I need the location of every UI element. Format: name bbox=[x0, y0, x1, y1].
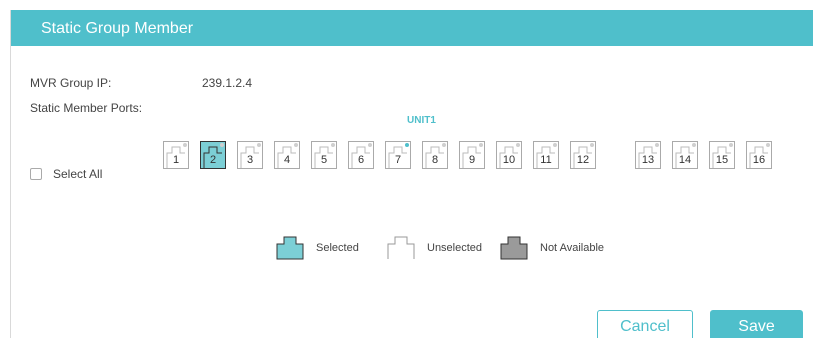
port-6[interactable]: 6 bbox=[348, 141, 374, 169]
port-15[interactable]: 15 bbox=[709, 141, 735, 169]
legend-unselected-label: Unselected bbox=[427, 242, 483, 254]
port-number: 9 bbox=[468, 154, 476, 166]
port-5[interactable]: 5 bbox=[311, 141, 337, 169]
port-16[interactable]: 16 bbox=[746, 141, 772, 169]
port-9[interactable]: 9 bbox=[459, 141, 485, 169]
port-number: 5 bbox=[320, 154, 328, 166]
port-13[interactable]: 13 bbox=[635, 141, 661, 169]
port-number: 7 bbox=[394, 154, 402, 166]
legend-unselected: Unselected bbox=[387, 236, 482, 260]
port-selected-icon bbox=[276, 236, 304, 260]
port-number: 3 bbox=[246, 154, 254, 166]
port-not-available-icon bbox=[500, 236, 528, 260]
unit-label: UNIT1 bbox=[407, 115, 436, 126]
static-group-member-panel: Static Group Member bbox=[10, 10, 813, 338]
port-number: 13 bbox=[641, 154, 655, 166]
port-number: 10 bbox=[502, 154, 516, 166]
port-8[interactable]: 8 bbox=[422, 141, 448, 169]
save-button[interactable]: Save bbox=[710, 310, 803, 338]
port-number: 6 bbox=[357, 154, 365, 166]
port-1[interactable]: 1 bbox=[163, 141, 189, 169]
legend-selected: Selected bbox=[276, 236, 359, 260]
legend-not-available: Not Available bbox=[500, 236, 604, 260]
port-number: 15 bbox=[715, 154, 729, 166]
mvr-group-ip-value: 239.1.2.4 bbox=[202, 76, 253, 90]
port-number: 2 bbox=[209, 154, 217, 166]
port-2[interactable]: 2 bbox=[200, 141, 226, 169]
port-7[interactable]: 7 bbox=[385, 141, 411, 169]
port-number: 11 bbox=[540, 154, 552, 166]
cancel-button[interactable]: Cancel bbox=[597, 310, 693, 338]
port-unselected-icon bbox=[387, 236, 415, 259]
port-number: 16 bbox=[752, 154, 766, 166]
port-10[interactable]: 10 bbox=[496, 141, 522, 169]
port-number: 8 bbox=[431, 154, 439, 166]
panel-header: Static Group Member bbox=[11, 10, 813, 46]
static-member-ports-label: Static Member Ports: bbox=[30, 101, 143, 115]
select-all-label: Select All bbox=[53, 167, 103, 181]
legend-not-available-label: Not Available bbox=[540, 242, 605, 254]
port-14[interactable]: 14 bbox=[672, 141, 698, 169]
port-number: 4 bbox=[283, 154, 291, 166]
legend-selected-label: Selected bbox=[316, 242, 359, 254]
port-4[interactable]: 4 bbox=[274, 141, 300, 169]
port-number: 1 bbox=[172, 154, 180, 166]
port-12[interactable]: 12 bbox=[570, 141, 596, 169]
select-all[interactable]: Select All bbox=[30, 167, 102, 181]
port-11[interactable]: 11 bbox=[533, 141, 559, 169]
panel-title: Static Group Member bbox=[41, 20, 194, 37]
port-number: 14 bbox=[678, 154, 692, 166]
mvr-group-ip-label: MVR Group IP: bbox=[30, 76, 112, 90]
port-3[interactable]: 3 bbox=[237, 141, 263, 169]
port-number: 12 bbox=[576, 154, 590, 166]
select-all-checkbox[interactable] bbox=[30, 168, 42, 180]
